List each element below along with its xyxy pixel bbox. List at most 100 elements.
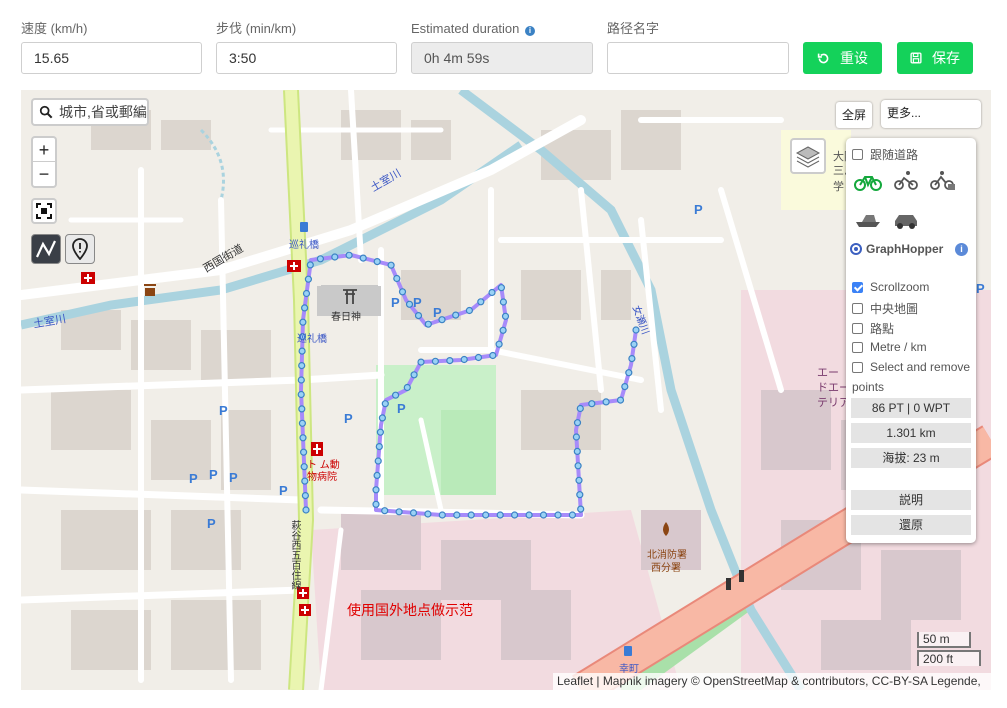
route-point[interactable] (501, 312, 510, 320)
zoom-out-button[interactable]: − (33, 162, 55, 186)
route-point[interactable] (424, 510, 432, 518)
checkbox[interactable] (852, 303, 863, 314)
route-point[interactable] (525, 511, 533, 519)
route-point[interactable] (417, 358, 425, 366)
waypoints-checkbox[interactable]: 路點 (852, 320, 894, 337)
route-point[interactable] (403, 383, 411, 392)
route-point[interactable] (298, 347, 306, 355)
checkbox-checked[interactable] (852, 281, 863, 293)
route-point[interactable] (453, 511, 461, 519)
checkbox[interactable] (852, 149, 863, 160)
route-point[interactable] (299, 318, 307, 326)
route-point[interactable] (410, 371, 418, 379)
waypoint-button[interactable] (65, 234, 95, 264)
route-point[interactable] (452, 311, 460, 319)
route-point[interactable] (431, 357, 439, 365)
route-point[interactable] (554, 511, 562, 519)
map-view[interactable]: P P P P P P P P P P P P P 春日神 巡礼橋 巡礼橋 西国… (21, 90, 991, 690)
route-point[interactable] (621, 383, 629, 391)
checkbox[interactable] (852, 341, 863, 353)
route-point[interactable] (381, 507, 389, 515)
route-point[interactable] (298, 405, 306, 413)
route-point[interactable] (602, 398, 610, 406)
restore-button[interactable]: 還原 (851, 515, 971, 535)
route-point[interactable] (298, 362, 306, 370)
car-icon[interactable] (892, 212, 920, 230)
route-point[interactable] (572, 433, 581, 441)
map-attribution[interactable]: Leaflet | Mapnik imagery © OpenStreetMap… (553, 673, 991, 690)
route-point[interactable] (398, 288, 407, 296)
route-point[interactable] (573, 447, 581, 455)
route-point[interactable] (465, 306, 473, 315)
radio-selected[interactable] (850, 243, 862, 255)
route-point[interactable] (630, 340, 638, 348)
select-remove-checkbox[interactable]: Select and remove (852, 360, 970, 374)
route-point[interactable] (573, 419, 582, 427)
center-map-checkbox[interactable]: 中央地圖 (852, 300, 918, 317)
pace-input[interactable]: 3:50 (216, 42, 397, 74)
location-search[interactable]: 城市,省或郵編 (31, 98, 149, 126)
info-icon[interactable]: i (525, 26, 536, 36)
route-point[interactable] (467, 511, 475, 519)
route-point[interactable] (588, 400, 596, 408)
route-point[interactable] (495, 340, 503, 348)
zoom-in-button[interactable]: + (33, 138, 55, 162)
route-point[interactable] (392, 391, 400, 399)
metre-km-checkbox[interactable]: Metre / km (852, 340, 927, 354)
route-point[interactable] (304, 275, 312, 283)
route-point[interactable] (576, 404, 584, 413)
follow-road-checkbox[interactable]: 跟随道路 (852, 146, 918, 163)
checkbox[interactable] (852, 323, 863, 334)
route-point[interactable] (576, 491, 584, 499)
checkbox[interactable] (852, 361, 863, 373)
more-button[interactable]: 更多... (881, 100, 981, 128)
route-point[interactable] (499, 298, 507, 306)
route-point[interactable] (577, 505, 585, 513)
search-input[interactable]: 城市,省或郵編 (59, 102, 147, 122)
route-point[interactable] (409, 509, 418, 517)
route-point[interactable] (575, 476, 583, 484)
route-point[interactable] (446, 357, 454, 365)
route-point[interactable] (373, 471, 381, 479)
route-point[interactable] (489, 351, 497, 360)
route-point[interactable] (460, 355, 468, 364)
route-point[interactable] (393, 274, 401, 283)
route-point[interactable] (424, 320, 432, 328)
layers-button[interactable] (790, 138, 826, 174)
route-point[interactable] (488, 288, 496, 297)
road-bike-icon[interactable] (930, 170, 956, 192)
route-point[interactable] (497, 284, 505, 292)
route-point[interactable] (372, 486, 380, 494)
route-point[interactable] (499, 326, 507, 334)
route-point[interactable] (316, 255, 324, 263)
route-point[interactable] (372, 500, 380, 508)
route-point[interactable] (359, 254, 367, 262)
route-point[interactable] (511, 511, 519, 519)
route-point[interactable] (306, 261, 314, 269)
route-point[interactable] (302, 289, 311, 298)
route-point[interactable] (574, 462, 582, 470)
route-point[interactable] (387, 261, 395, 269)
route-point[interactable] (414, 312, 423, 320)
draw-route-button[interactable] (31, 234, 61, 264)
speed-input[interactable]: 15.65 (21, 42, 202, 74)
route-point[interactable] (345, 251, 353, 259)
reset-button[interactable]: 重设 (803, 42, 882, 74)
route-point[interactable] (474, 353, 483, 362)
route-point[interactable] (373, 258, 381, 266)
router-option[interactable]: GraphHopper i (850, 242, 974, 256)
route-point[interactable] (298, 419, 306, 427)
route-point[interactable] (331, 253, 339, 261)
route-point[interactable] (374, 457, 382, 465)
route-name-input[interactable] (607, 42, 789, 74)
route-point[interactable] (299, 434, 307, 442)
route-point[interactable] (381, 400, 389, 408)
route-point[interactable] (301, 304, 309, 312)
bicycle-icon[interactable] (854, 172, 882, 192)
route-point[interactable] (539, 511, 548, 519)
route-point[interactable] (496, 511, 504, 519)
route-point[interactable] (477, 298, 485, 306)
mountain-bike-icon[interactable] (894, 170, 918, 192)
route-point[interactable] (395, 508, 403, 516)
route-point[interactable] (568, 511, 577, 519)
